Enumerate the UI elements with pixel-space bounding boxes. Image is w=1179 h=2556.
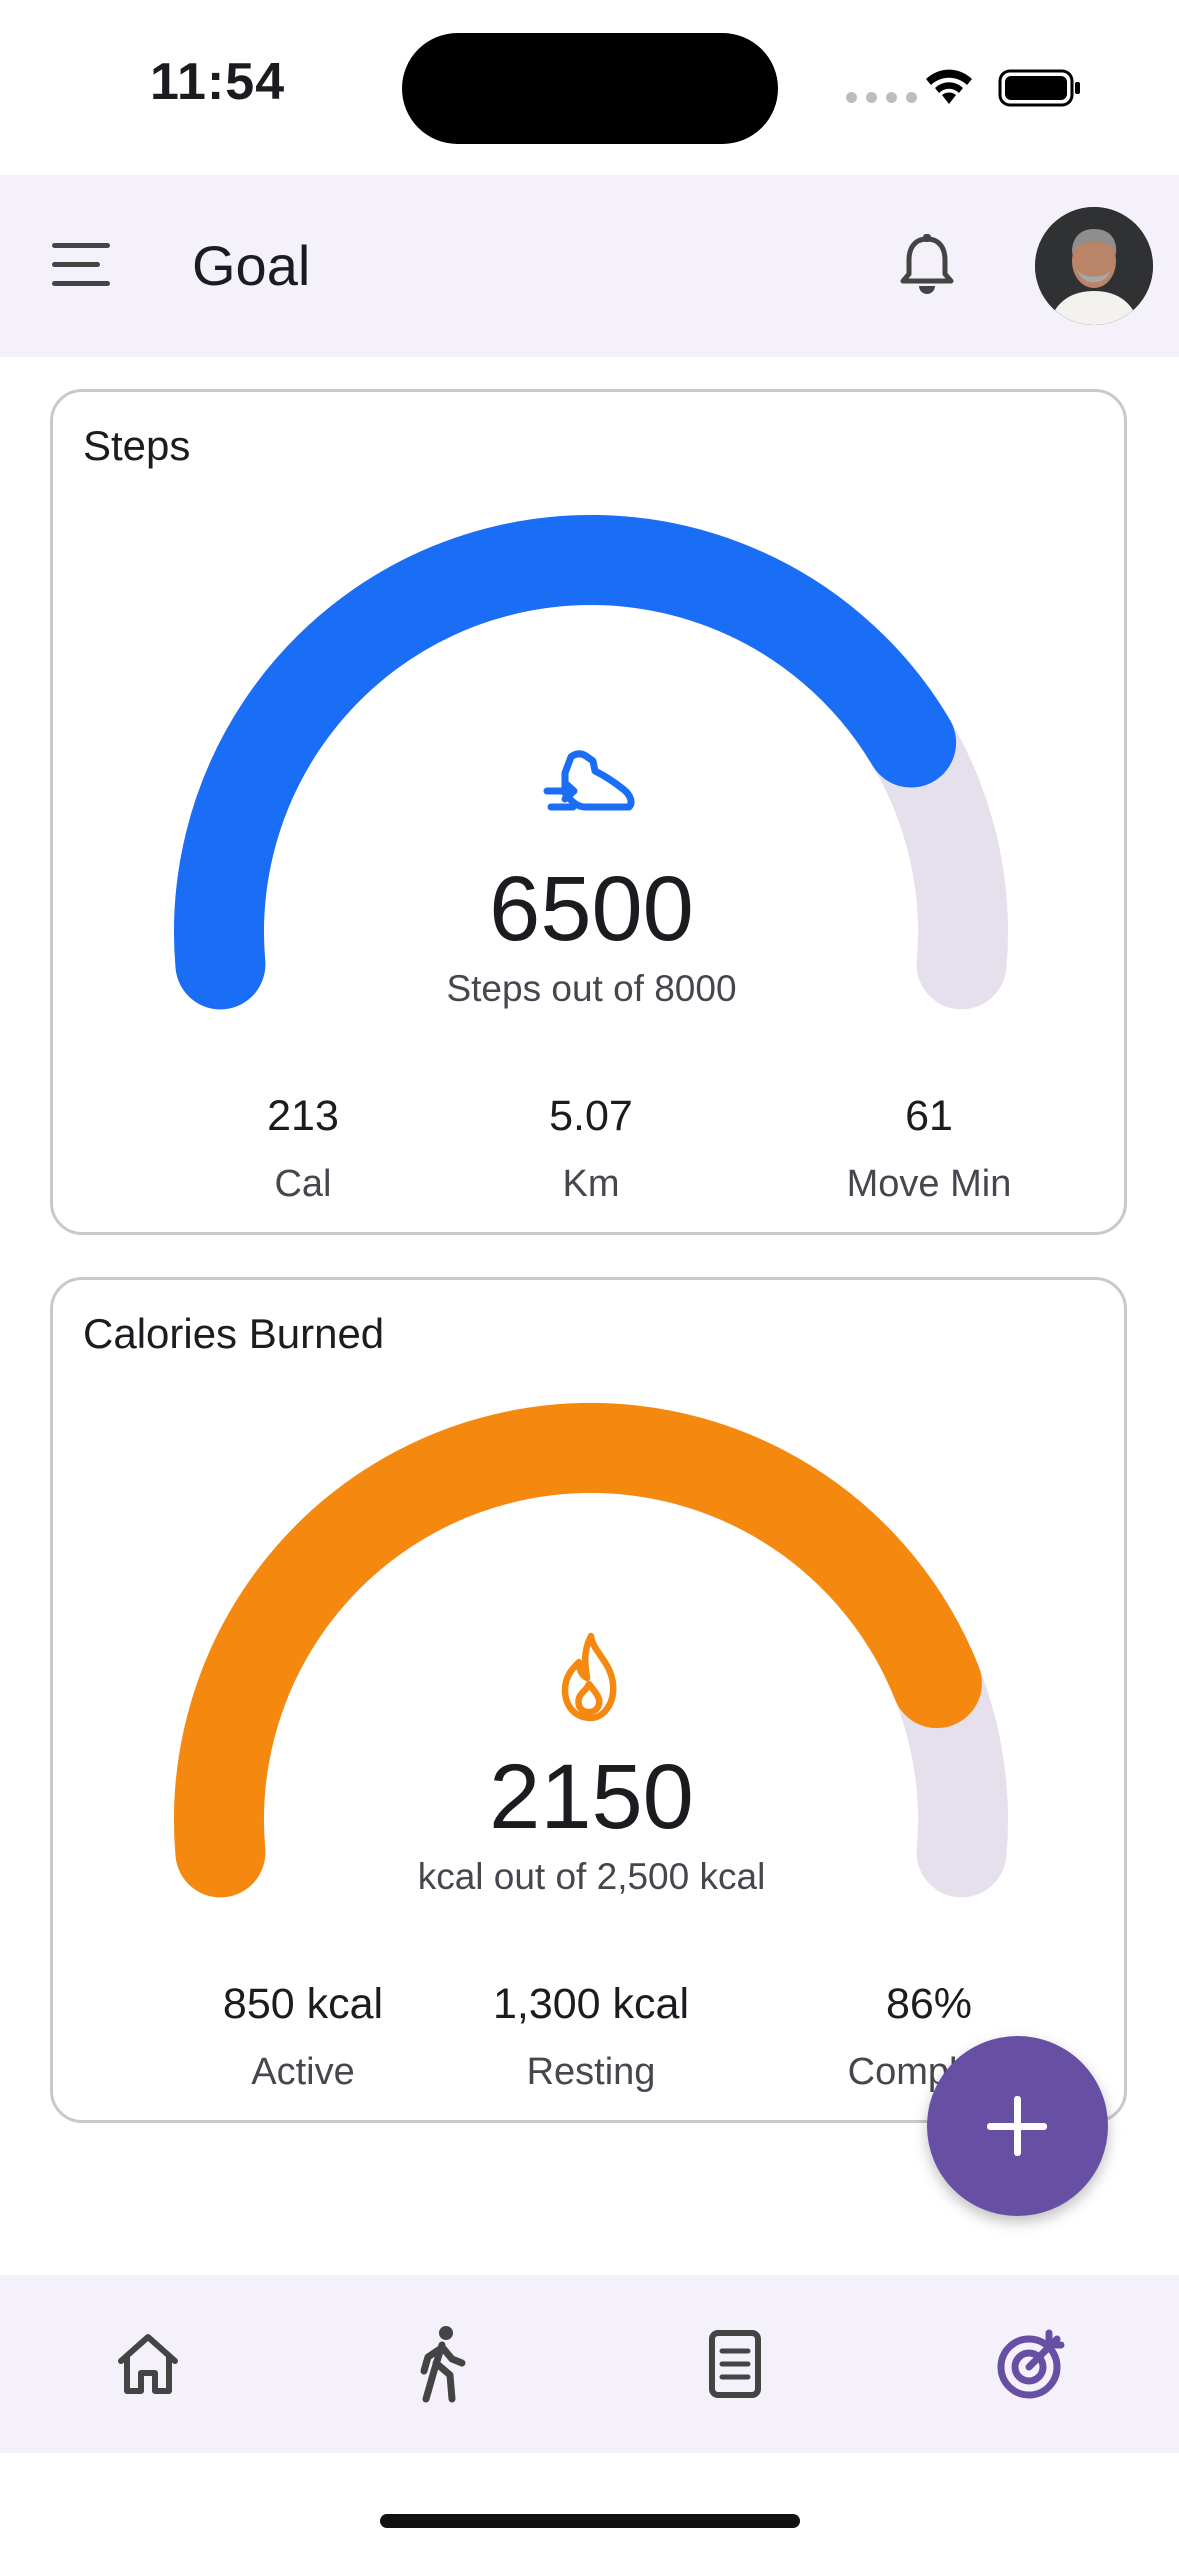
calories-value: 2150 <box>489 1746 694 1848</box>
stat-value: 213 <box>267 1092 339 1140</box>
status-time: 11:54 <box>150 53 286 111</box>
calories-caption: kcal out of 2,500 kcal <box>417 1856 766 1897</box>
status-bar: 11:54 <box>0 0 1179 175</box>
bottom-navigation <box>0 2275 1179 2453</box>
calories-stat-active: 850 kcal Active <box>153 1980 453 2094</box>
home-icon[interactable] <box>103 2319 193 2409</box>
plus-icon-vertical <box>1014 2096 1021 2156</box>
wifi-icon <box>926 69 972 104</box>
dynamic-island <box>402 33 778 144</box>
steps-caption: Steps out of 8000 <box>446 968 737 1009</box>
steps-stat-move-min: 61 Move Min <box>779 1092 1079 1206</box>
app-bar: Goal <box>0 175 1179 357</box>
stat-label: Move Min <box>846 1163 1012 1205</box>
add-button[interactable] <box>927 2036 1108 2216</box>
shoe-icon <box>543 750 635 811</box>
stat-label: Active <box>251 2051 355 2093</box>
steps-card[interactable]: Steps 6500 Steps out of 8000 213 Cal 5.0… <box>50 389 1127 1235</box>
stat-label: Resting <box>526 2051 656 2093</box>
cellular-signal-icon <box>846 92 917 103</box>
bell-icon[interactable] <box>898 233 956 297</box>
stat-value: 850 kcal <box>222 1980 384 2028</box>
flame-icon <box>561 1632 617 1722</box>
stat-label: Km <box>562 1163 620 1205</box>
stat-value: 5.07 <box>549 1092 633 1140</box>
stat-value: 1,300 kcal <box>492 1980 690 2028</box>
document-icon[interactable] <box>690 2319 780 2409</box>
steps-stat-km: 5.07 Km <box>441 1092 741 1206</box>
stat-value: 86% <box>885 1980 973 2028</box>
calories-stat-resting: 1,300 kcal Resting <box>441 1980 741 2094</box>
steps-value: 6500 <box>489 858 694 960</box>
battery-icon <box>998 69 1080 107</box>
calories-card[interactable]: Calories Burned 2150 kcal out of 2,500 k… <box>50 1277 1127 2123</box>
stat-label: Cal <box>274 1163 332 1205</box>
avatar[interactable] <box>1035 207 1153 325</box>
avatar-image <box>1035 207 1153 325</box>
stat-value: 61 <box>905 1092 953 1140</box>
page-title: Goal <box>192 234 311 297</box>
walking-icon[interactable] <box>396 2319 486 2409</box>
home-indicator <box>380 2514 800 2528</box>
menu-icon[interactable] <box>52 243 112 287</box>
steps-stat-cal: 213 Cal <box>153 1092 453 1206</box>
goal-target-icon[interactable] <box>987 2319 1077 2409</box>
